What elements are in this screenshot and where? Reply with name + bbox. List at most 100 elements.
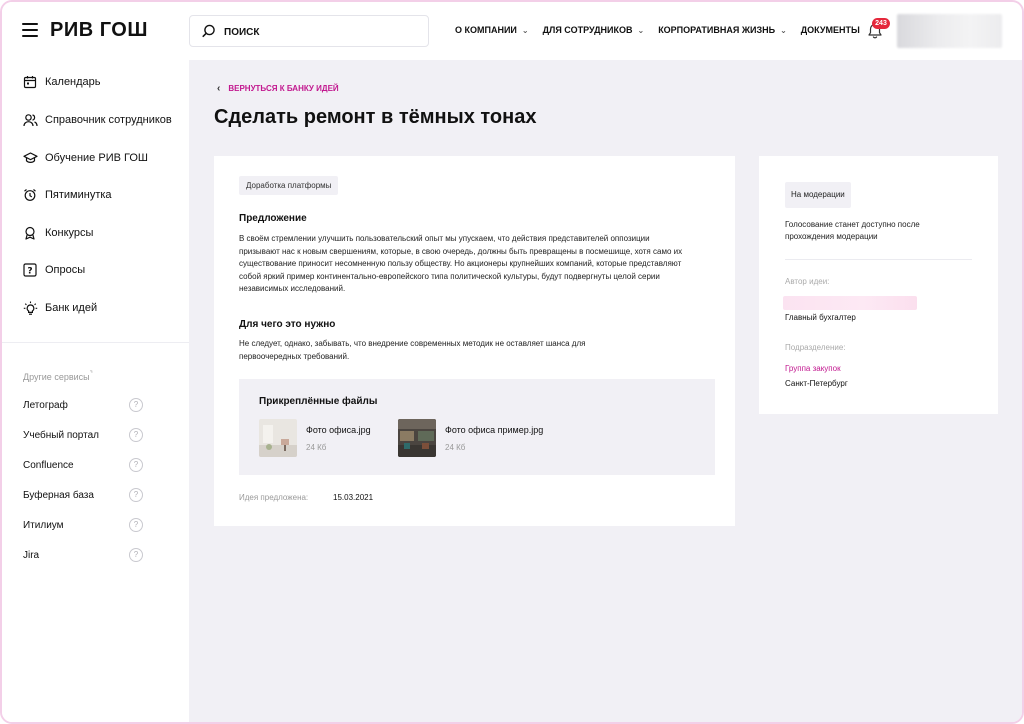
- sidebar-divider: [2, 342, 189, 343]
- page-title: Сделать ремонт в тёмных тонах: [214, 106, 537, 128]
- lightbulb-icon: [22, 300, 38, 316]
- status-note: Голосование станет доступно после прохож…: [785, 220, 920, 241]
- nav-label: О КОМПАНИИ: [455, 25, 517, 35]
- author-name: [783, 296, 917, 310]
- nav-label: КОРПОРАТИВНАЯ ЖИЗНЬ: [658, 25, 776, 35]
- service-label: Учебный портал: [23, 429, 99, 441]
- nav-label: ДЛЯ СОТРУДНИКОВ: [542, 25, 633, 35]
- file-name: Фото офиса пример.jpg: [445, 425, 544, 435]
- back-link-label: ВЕРНУТЬСЯ К БАНКУ ИДЕЙ: [228, 84, 339, 93]
- file-meta: Фото офиса пример.jpg 24 Кб: [445, 419, 543, 457]
- info-divider: [785, 259, 972, 260]
- proposed-date: 15.03.2021: [333, 493, 374, 502]
- division-label: Подразделение:: [785, 343, 846, 352]
- nav-about-company[interactable]: О КОМПАНИИ ⌄: [455, 25, 529, 35]
- sidebar-item-surveys[interactable]: ? Опросы: [22, 260, 85, 280]
- file-meta: Фото офиса.jpg 24 Кб: [306, 419, 371, 457]
- sidebar-item-five-minute[interactable]: Пятиминутка: [22, 185, 112, 205]
- help-icon[interactable]: ?: [129, 398, 143, 412]
- author-label: Автор идеи:: [785, 277, 830, 286]
- service-label: Летограф: [23, 399, 68, 411]
- graduation-cap-icon: [22, 150, 38, 166]
- image-thumbnail[interactable]: [398, 419, 436, 457]
- help-icon[interactable]: ?: [129, 458, 143, 472]
- service-label: Jira: [23, 549, 40, 561]
- award-icon: [22, 225, 38, 241]
- idea-card: Доработка платформы Предложение В своём …: [214, 156, 735, 526]
- other-services-label: Другие сервисы: [23, 372, 90, 382]
- question-square-icon: ?: [22, 262, 38, 278]
- category-tag: Доработка платформы: [239, 176, 339, 195]
- back-to-idea-bank-link[interactable]: ‹ ВЕРНУТЬСЯ К БАНКУ ИДЕЙ: [217, 83, 339, 94]
- sidebar-item-training[interactable]: Обучение РИВ ГОШ: [22, 148, 148, 168]
- search-input[interactable]: [224, 22, 414, 42]
- service-label: Буферная база: [23, 489, 94, 501]
- chevron-left-icon: ‹: [217, 83, 221, 94]
- help-icon[interactable]: ?: [129, 548, 143, 562]
- sidebar-item-label: Справочник сотрудников: [45, 114, 172, 126]
- sidebar-item-label: Конкурсы: [45, 227, 94, 239]
- nav-label: ДОКУМЕНТЫ: [800, 25, 860, 35]
- author-position: Главный бухгалтер: [785, 313, 856, 322]
- sidebar-item-label: Пятиминутка: [45, 189, 112, 201]
- sidebar-item-label: Опросы: [45, 264, 86, 276]
- help-icon[interactable]: ?: [129, 488, 143, 502]
- menu-icon[interactable]: [22, 23, 38, 37]
- help-icon[interactable]: ?: [129, 518, 143, 532]
- nav-documents[interactable]: ДОКУМЕНТЫ: [801, 25, 860, 35]
- sidebar-item-contests[interactable]: Конкурсы: [22, 223, 93, 243]
- why-text: Не следует, однако, забывать, что внедре…: [239, 339, 586, 361]
- idea-info-card: На модерации Голосование станет доступно…: [759, 156, 998, 414]
- main-content: ‹ ВЕРНУТЬСЯ К БАНКУ ИДЕЙ Сделать ремонт …: [189, 60, 1022, 722]
- chevron-down-icon: ⌄: [637, 25, 645, 35]
- why-title: Для чего это нужно: [239, 319, 336, 330]
- file-name: Фото офиса.jpg: [306, 425, 371, 435]
- logo[interactable]: РИВ ГОШ: [50, 19, 148, 42]
- sidebar-item-label: Календарь: [45, 76, 101, 88]
- division-link[interactable]: Группа закупок: [785, 364, 841, 373]
- help-icon[interactable]: ?: [129, 428, 143, 442]
- main-nav: О КОМПАНИИ ⌄ ДЛЯ СОТРУДНИКОВ ⌄ КОРПОРАТИ…: [455, 25, 874, 35]
- corner-arrow-icon: ⌝: [89, 371, 93, 378]
- proposal-text: В своём стремлении улучшить пользователь…: [239, 234, 683, 293]
- sidebar-item-label: Обучение РИВ ГОШ: [45, 152, 148, 164]
- nav-corporate-life[interactable]: КОРПОРАТИВНАЯ ЖИЗНЬ ⌄: [658, 25, 787, 35]
- files-title: Прикреплённые файлы: [259, 396, 378, 407]
- file-item[interactable]: Фото офиса пример.jpg 24 Кб: [398, 419, 543, 457]
- search-icon: [202, 24, 215, 38]
- alarm-clock-icon: [22, 187, 38, 203]
- service-label: Confluence: [23, 459, 74, 471]
- service-letograf[interactable]: Летограф ?: [23, 397, 143, 413]
- calendar-icon: [22, 74, 38, 90]
- sidebar-item-directory[interactable]: Справочник сотрудников: [22, 110, 172, 130]
- svg-text:?: ?: [27, 267, 32, 277]
- service-confluence[interactable]: Confluence ?: [23, 457, 143, 473]
- sidebar-item-label: Банк идей: [45, 302, 98, 314]
- division-city: Санкт-Петербург: [785, 379, 848, 388]
- top-header: РИВ ГОШ О КОМПАНИИ ⌄ ДЛЯ СОТРУДНИКОВ ⌄ К…: [2, 2, 1022, 60]
- app-frame: РИВ ГОШ О КОМПАНИИ ⌄ ДЛЯ СОТРУДНИКОВ ⌄ К…: [0, 0, 1024, 724]
- sidebar-item-calendar[interactable]: Календарь: [22, 72, 101, 92]
- sidebar: Календарь Справочник сотрудников Обучени…: [2, 60, 189, 722]
- service-jira[interactable]: Jira ?: [23, 547, 143, 563]
- file-item[interactable]: Фото офиса.jpg 24 Кб: [259, 419, 371, 457]
- user-profile[interactable]: [897, 14, 1002, 48]
- service-label: Итилиум: [23, 519, 64, 531]
- file-size: 24 Кб: [306, 443, 327, 452]
- proposed-label: Идея предложена:: [239, 493, 309, 502]
- nav-for-employees[interactable]: ДЛЯ СОТРУДНИКОВ ⌄: [543, 25, 645, 35]
- service-itilium[interactable]: Итилиум ?: [23, 517, 143, 533]
- service-buffer-base[interactable]: Буферная база ?: [23, 487, 143, 503]
- other-services-title: Другие сервисы⌝: [23, 370, 93, 382]
- service-study-portal[interactable]: Учебный портал ?: [23, 427, 143, 443]
- chevron-down-icon: ⌄: [521, 25, 529, 35]
- chevron-down-icon: ⌄: [780, 25, 787, 35]
- attached-files: Прикреплённые файлы Фото офиса.jpg 24 Кб…: [239, 379, 715, 475]
- status-badge: На модерации: [785, 182, 851, 208]
- notification-badge: 243: [872, 18, 890, 29]
- image-thumbnail[interactable]: [259, 419, 297, 457]
- sidebar-item-idea-bank[interactable]: Банк идей: [22, 298, 97, 318]
- proposal-title: Предложение: [239, 213, 307, 224]
- file-size: 24 Кб: [445, 443, 466, 452]
- search-box[interactable]: [189, 15, 429, 47]
